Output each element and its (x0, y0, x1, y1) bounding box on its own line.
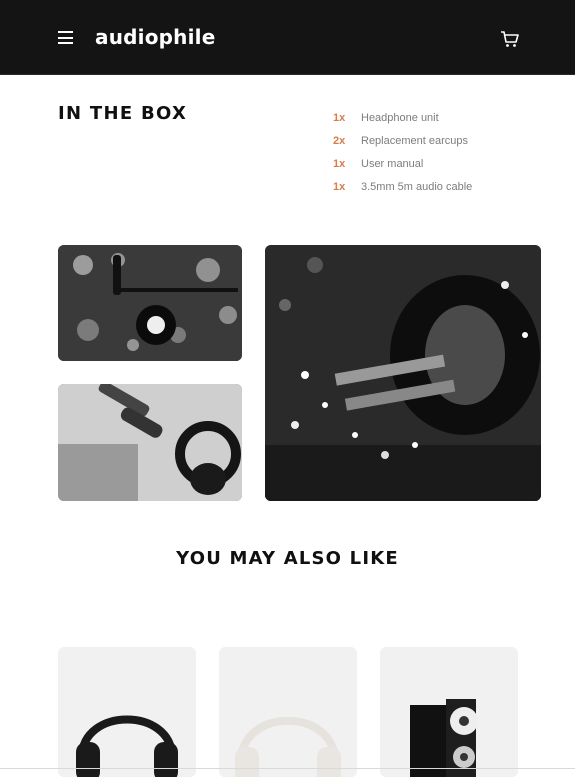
item-quantity: 1x (333, 180, 346, 193)
headphones-black-image (76, 715, 178, 777)
gallery-image-headphones-watch (58, 384, 242, 501)
also-like-title: YOU MAY ALSO LIKE (176, 548, 399, 569)
list-item: 1x User manual (333, 152, 472, 175)
item-name: Headphone unit (361, 111, 439, 124)
item-name: Replacement earcups (361, 134, 469, 147)
item-quantity: 2x (333, 134, 346, 147)
item-quantity: 1x (333, 111, 346, 124)
list-item: 1x Headphone unit (333, 106, 472, 129)
gallery-image-headphones-lights (265, 245, 541, 501)
in-the-box-title: IN THE BOX (58, 103, 188, 124)
in-the-box-list: 1x Headphone unit 2x Replacement earcups… (333, 106, 472, 198)
speaker-image (410, 699, 478, 777)
site-logo[interactable]: audiophile (95, 25, 215, 49)
item-name: 3.5mm 5m audio cable (361, 180, 473, 193)
product-card-zx9-speaker[interactable] (380, 647, 518, 777)
hamburger-menu-icon[interactable] (58, 31, 73, 44)
headphones-white-image (235, 716, 341, 777)
gallery-image-microphone (58, 245, 242, 361)
item-quantity: 1x (333, 157, 346, 170)
site-header: audiophile (0, 0, 575, 75)
product-card-xx99-mark-one[interactable] (58, 647, 196, 777)
list-item: 1x 3.5mm 5m audio cable (333, 175, 472, 198)
product-card-xx59[interactable] (219, 647, 357, 777)
item-name: User manual (361, 157, 424, 170)
cart-icon[interactable] (500, 30, 520, 48)
list-item: 2x Replacement earcups (333, 129, 472, 152)
